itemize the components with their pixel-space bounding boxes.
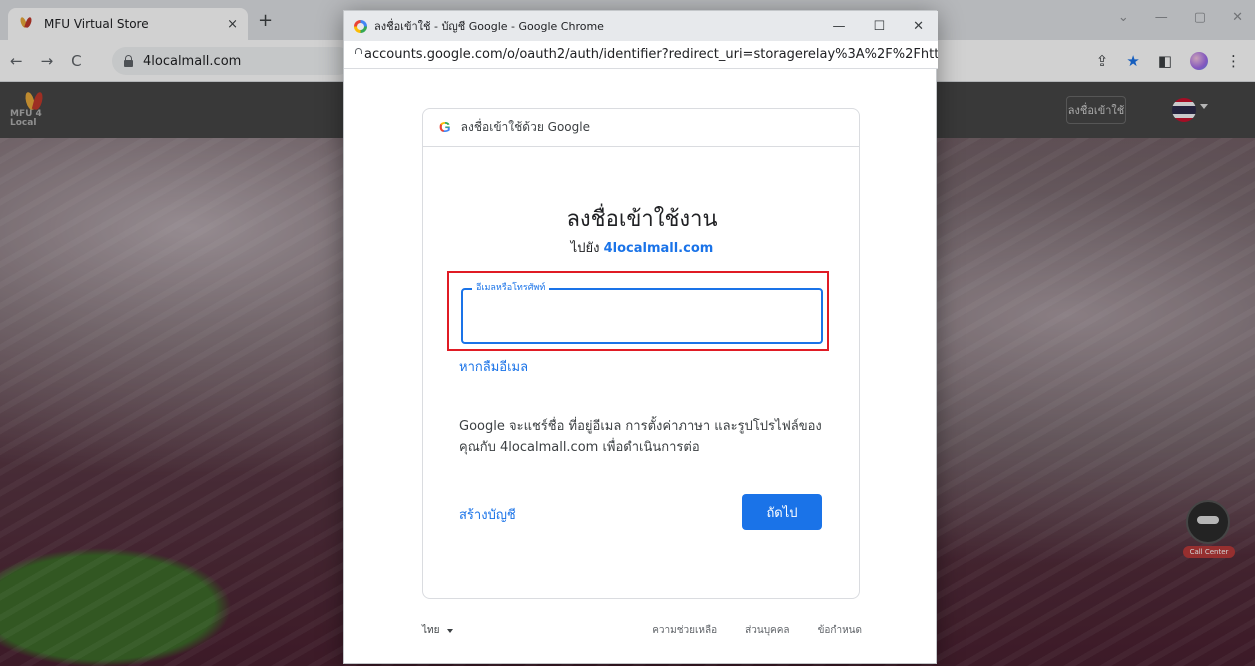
chevron-down-icon: [447, 628, 454, 633]
google-signin-popup: ลงชื่อเข้าใช้ - บัญชี Google - Google Ch…: [343, 10, 938, 664]
signin-title: ลงชื่อเข้าใช้งาน: [566, 207, 718, 232]
signin-subtitle: ไปยัง 4localmall.com: [423, 237, 861, 258]
subtitle-site-link[interactable]: 4localmall.com: [604, 241, 714, 256]
terms-link[interactable]: ข้อกำหนด: [818, 623, 862, 638]
popup-address-bar: accounts.google.com/o/oauth2/auth/identi…: [344, 41, 938, 69]
popup-window-controls: — ☐ ✕: [832, 19, 938, 34]
next-button[interactable]: ถัดไป: [742, 494, 822, 530]
popup-maximize-icon[interactable]: ☐: [873, 19, 885, 34]
privacy-link[interactable]: ส่วนบุคคล: [745, 623, 789, 638]
forgot-email-link[interactable]: หากลืมอีเมล: [459, 356, 528, 377]
signin-card-header: G ลงชื่อเข้าใช้ด้วย Google: [423, 109, 859, 147]
language-label: ไทย: [422, 625, 440, 636]
consent-text: Google จะแชร์ชื่อ ที่อยู่อีเมล การตั้งค่…: [459, 419, 822, 455]
help-link[interactable]: ความช่วยเหลือ: [652, 623, 717, 638]
signin-card: G ลงชื่อเข้าใช้ด้วย Google ลงชื่อเข้าใช้…: [422, 108, 860, 599]
popup-window-title: ลงชื่อเข้าใช้ - บัญชี Google - Google Ch…: [374, 20, 604, 33]
popup-footer: ไทย ความช่วยเหลือ ส่วนบุคคล ข้อกำหนด: [422, 623, 862, 638]
popup-close-icon[interactable]: ✕: [913, 19, 924, 34]
create-account-link[interactable]: สร้างบัญชี: [459, 504, 516, 525]
footer-links: ความช่วยเหลือ ส่วนบุคคล ข้อกำหนด: [652, 623, 862, 638]
google-favicon-icon: [354, 19, 367, 33]
popup-minimize-icon[interactable]: —: [832, 19, 845, 34]
signin-header-text: ลงชื่อเข้าใช้ด้วย Google: [460, 120, 590, 134]
google-g-icon: G: [439, 119, 451, 136]
language-selector[interactable]: ไทย: [422, 623, 652, 638]
subtitle-prefix: ไปยัง: [570, 241, 600, 256]
popup-title-bar: ลงชื่อเข้าใช้ - บัญชี Google - Google Ch…: [344, 11, 938, 41]
highlight-box: [447, 271, 829, 351]
popup-url-text: accounts.google.com/o/oauth2/auth/identi…: [364, 47, 938, 62]
